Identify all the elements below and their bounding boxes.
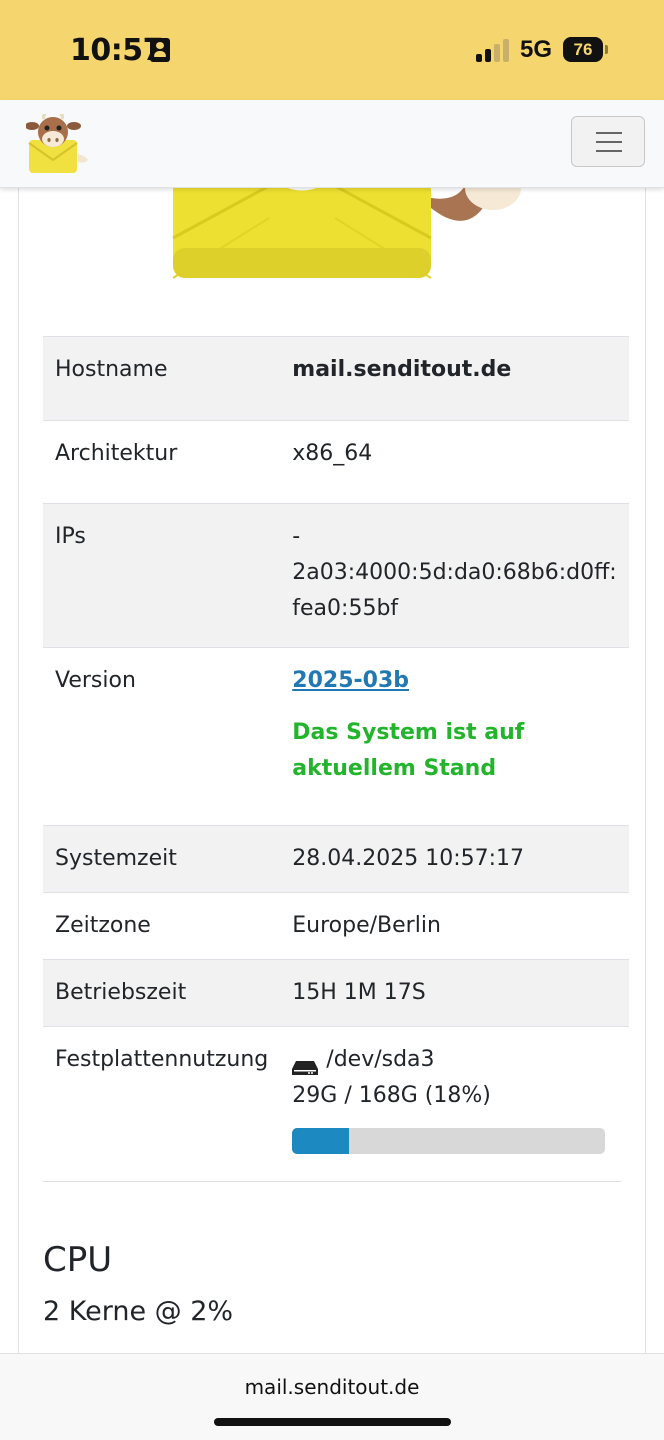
battery-icon	[605, 45, 608, 54]
home-indicator[interactable]	[214, 1418, 451, 1426]
timezone-value: Europe/Berlin	[280, 892, 629, 960]
cpu-summary: 2 Kerne @ 2%	[43, 1296, 234, 1327]
browser-address-bar[interactable]: mail.senditout.de	[0, 1353, 664, 1440]
row-key: Festplattennutzung	[43, 1026, 281, 1202]
mailcow-mascot-illustration	[169, 188, 529, 288]
disk-usage-text: 29G / 168G (18%)	[292, 1083, 491, 1108]
table-row-disk-usage: Festplattennutzung /dev/sda3 29G / 168G …	[43, 1026, 629, 1202]
disk-device-line: /dev/sda3	[292, 1042, 616, 1078]
architecture-value: x86_64	[280, 420, 629, 504]
main-content: Hostname mail.senditout.de Architektur x…	[18, 188, 646, 1353]
cpu-heading: CPU	[43, 1240, 113, 1280]
ips-value: - 2a03:4000:5d:da0:68b6:d0ff: fea0:55bf	[280, 503, 629, 648]
row-key: Betriebszeit	[43, 959, 281, 1027]
disk-usage-progress-bar	[292, 1128, 349, 1154]
contact-card-icon	[150, 38, 170, 62]
table-row-system-time: Systemzeit 28.04.2025 10:57:17	[43, 825, 629, 893]
row-key: Systemzeit	[43, 825, 281, 893]
ip-line: -	[292, 524, 301, 549]
table-row-timezone: Zeitzone Europe/Berlin	[43, 892, 629, 960]
hard-drive-icon	[292, 1052, 319, 1075]
table-row-hostname: Hostname mail.senditout.de	[43, 336, 629, 421]
top-navbar	[0, 100, 664, 188]
system-time-value: 28.04.2025 10:57:17	[280, 825, 629, 893]
status-bar: 10:57 5G 76	[0, 0, 664, 100]
mailcow-logo-icon[interactable]	[25, 113, 90, 176]
battery-level: 76	[563, 37, 603, 62]
uptime-value: 15H 1M 17S	[280, 959, 629, 1027]
table-row-uptime: Betriebszeit 15H 1M 17S	[43, 959, 629, 1027]
row-key: Zeitzone	[43, 892, 281, 960]
address-url[interactable]: mail.senditout.de	[0, 1375, 664, 1399]
cellular-signal-icon	[476, 38, 510, 62]
update-status-line: aktuellem Stand	[292, 756, 497, 781]
navbar-toggle-button[interactable]	[571, 116, 645, 167]
row-key: IPs	[43, 503, 281, 648]
system-info-table: Hostname mail.senditout.de Architektur x…	[43, 336, 629, 1202]
update-status-text: Das System ist auf aktuellem Stand	[292, 715, 616, 787]
version-link[interactable]: 2025-03b	[292, 668, 409, 693]
row-key: Architektur	[43, 420, 281, 504]
disk-usage-value: /dev/sda3 29G / 168G (18%)	[280, 1026, 629, 1202]
row-key: Hostname	[43, 336, 281, 421]
ip-line: fea0:55bf	[292, 596, 399, 621]
hostname-value: mail.senditout.de	[280, 336, 629, 421]
row-key: Version	[43, 647, 281, 826]
version-value: 2025-03b Das System ist auf aktuellem St…	[280, 647, 629, 826]
table-row-ips: IPs - 2a03:4000:5d:da0:68b6:d0ff: fea0:5…	[43, 503, 629, 648]
table-row-architecture: Architektur x86_64	[43, 420, 629, 504]
table-row-version: Version 2025-03b Das System ist auf aktu…	[43, 647, 629, 826]
disk-usage-progress	[292, 1128, 606, 1154]
disk-device: /dev/sda3	[326, 1047, 435, 1072]
section-divider	[43, 1181, 621, 1182]
ip-line: 2a03:4000:5d:da0:68b6:d0ff:	[292, 560, 617, 585]
update-status-line: Das System ist auf	[292, 720, 525, 745]
network-type: 5G	[520, 36, 553, 63]
